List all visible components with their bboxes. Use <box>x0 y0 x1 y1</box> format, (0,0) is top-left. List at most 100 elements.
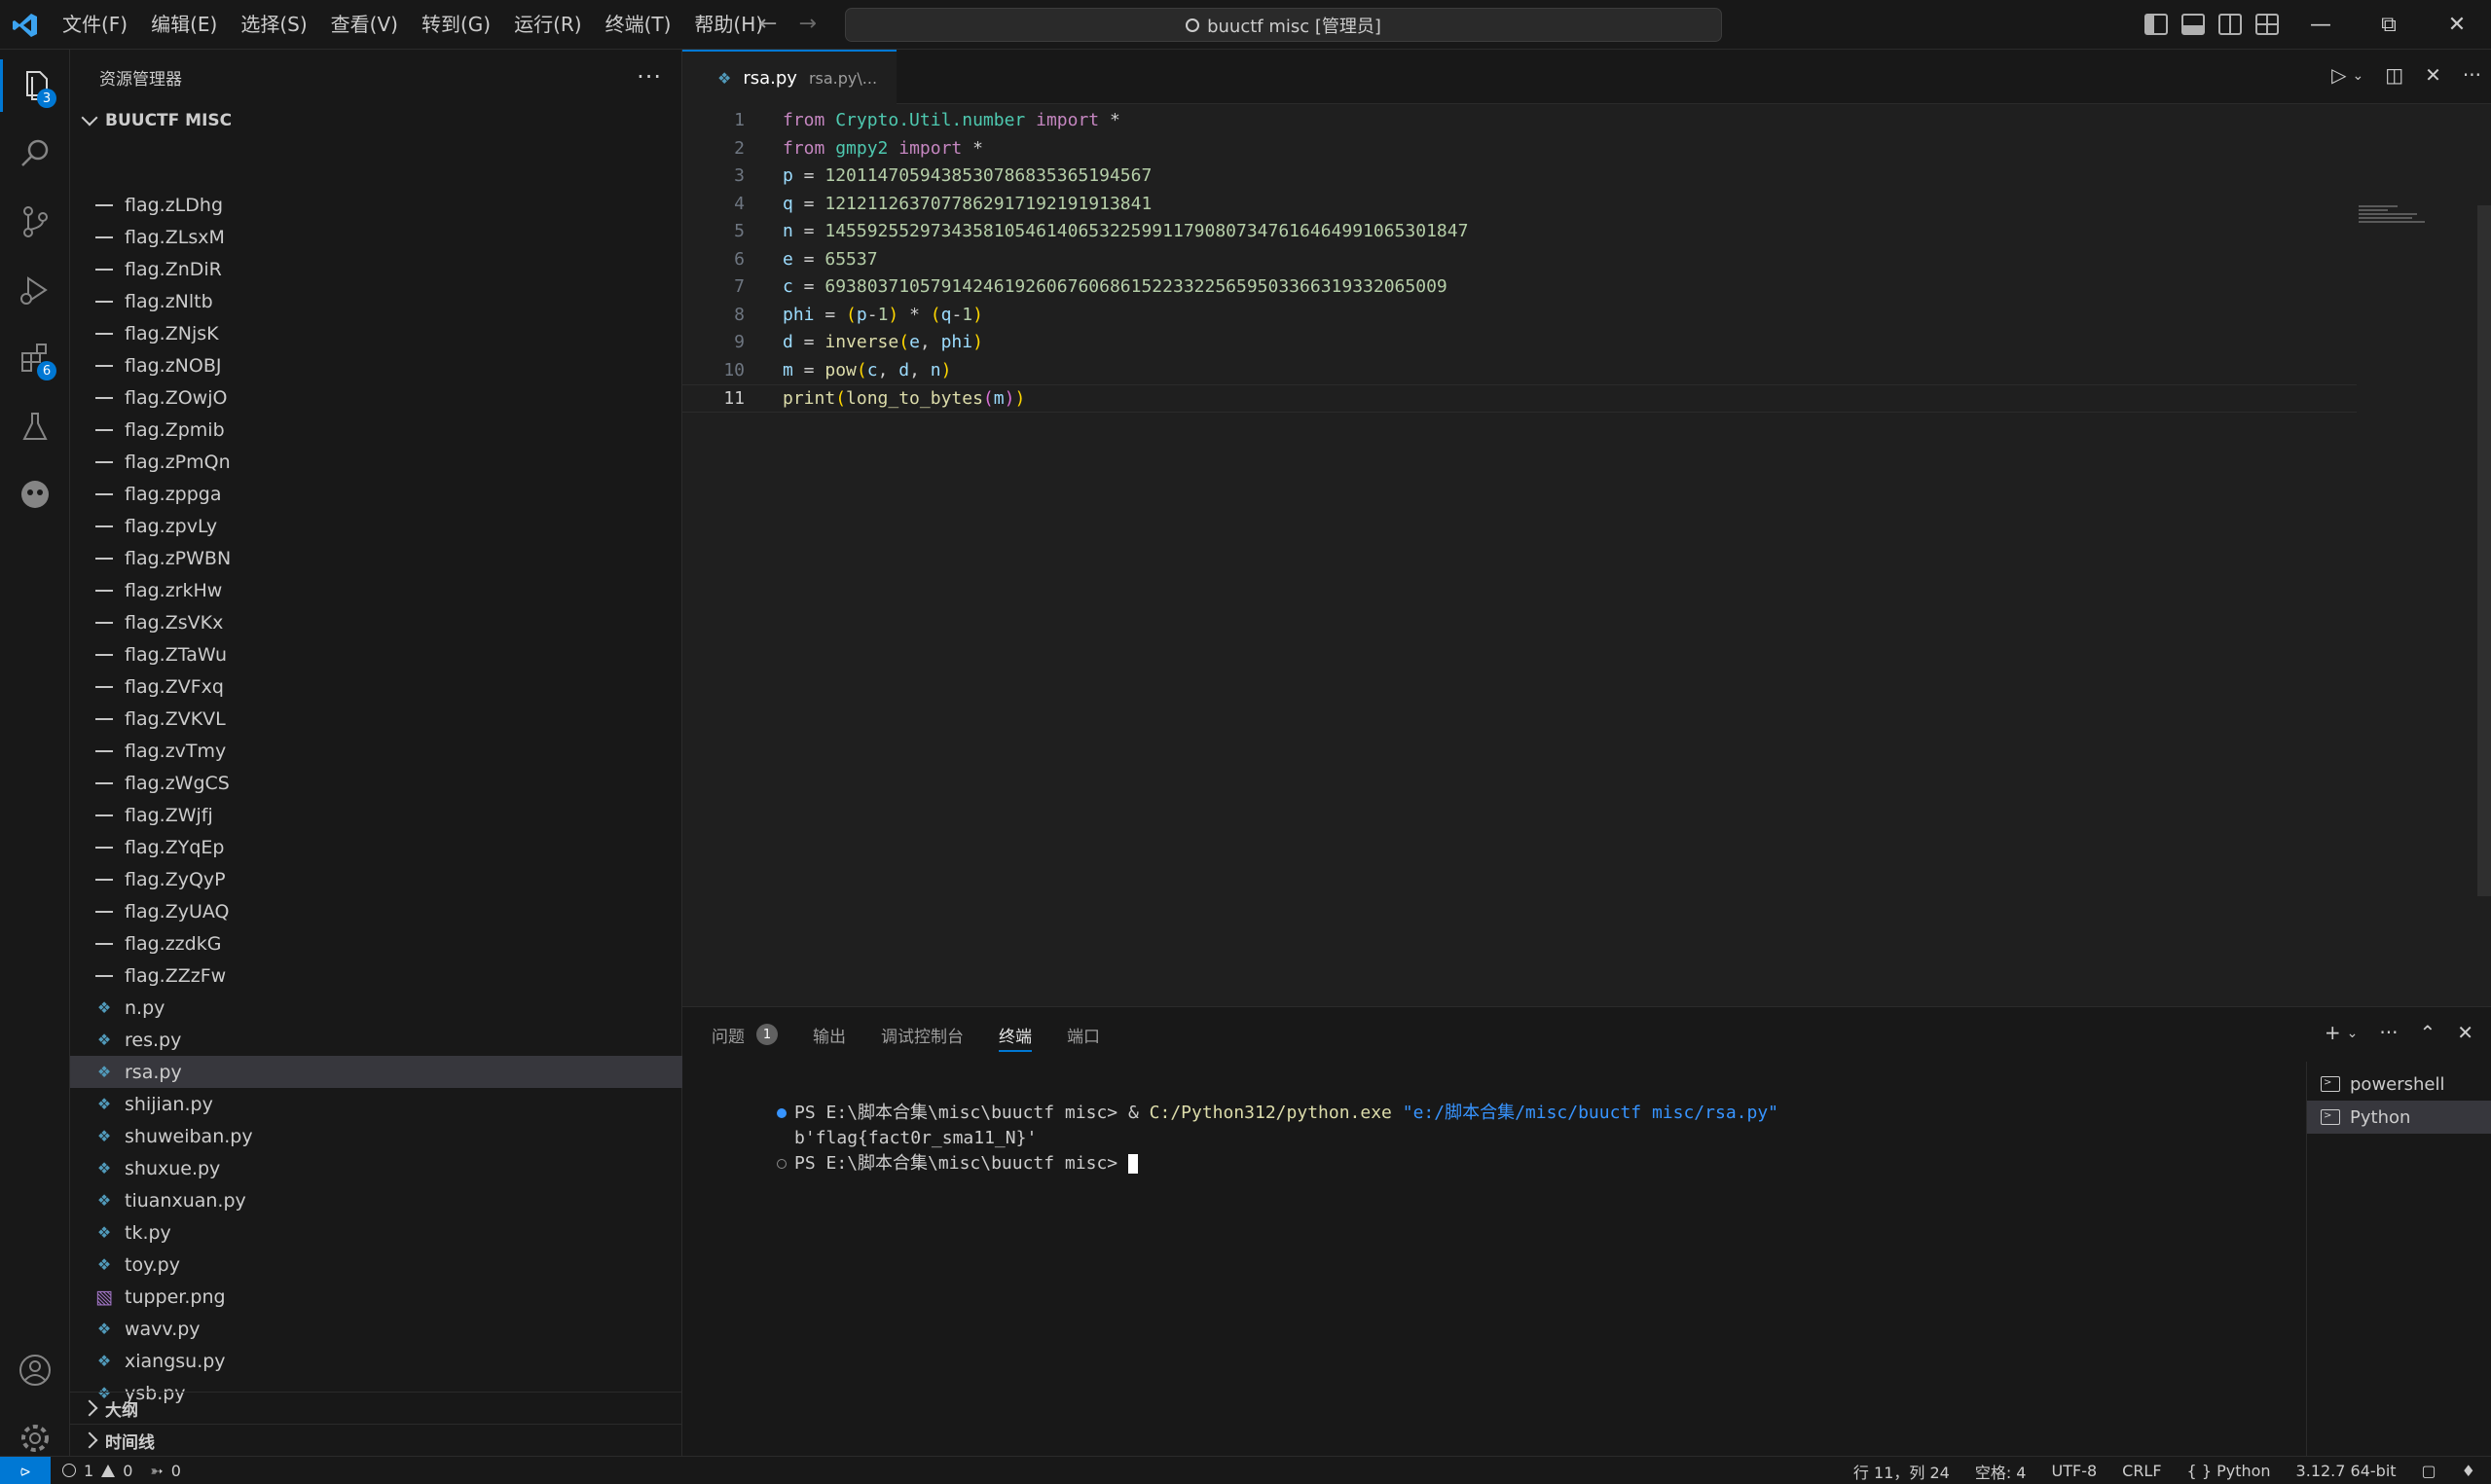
file-item[interactable]: flag.ZWjfj <box>70 799 682 831</box>
minimap[interactable] <box>2359 203 2425 223</box>
code-line[interactable]: 4 q = 1212112637077862917192191913841 <box>682 191 2357 219</box>
chevron-down-icon[interactable]: ⌄ <box>2353 63 2364 89</box>
code-line[interactable]: 5 n = 14559255297343581054614065322599117… <box>682 218 2357 246</box>
menu-item[interactable]: 终端(T) <box>594 0 683 50</box>
code-line[interactable]: 9 d = inverse(e, phi) <box>682 329 2357 357</box>
file-item[interactable]: ❖ shuxue.py <box>70 1152 682 1184</box>
menu-item[interactable]: 运行(R) <box>502 0 594 50</box>
file-item[interactable]: ▧ tupper.png <box>70 1281 682 1313</box>
encoding[interactable]: UTF-8 <box>2052 1462 2098 1480</box>
run-file-icon[interactable]: ▷ <box>2331 63 2346 89</box>
file-item[interactable]: flag.zPmQn <box>70 446 682 478</box>
file-item[interactable]: flag.ZOwjO <box>70 381 682 414</box>
search-activity[interactable] <box>0 120 70 188</box>
tab-rsa-py[interactable]: ❖ rsa.py rsa.py\... <box>682 50 897 104</box>
panel-tab[interactable]: 调试控制台 <box>881 1007 964 1062</box>
code-line[interactable]: 2 from gmpy2 import * <box>682 135 2357 163</box>
code-line[interactable]: 7 c = 69380371057914246192606760686152233… <box>682 273 2357 302</box>
indentation[interactable]: 空格: 4 <box>1975 1460 2027 1483</box>
file-item[interactable]: ❖ tk.py <box>70 1216 682 1249</box>
file-item[interactable]: flag.ZsVKx <box>70 606 682 638</box>
maximize-panel-icon[interactable]: ⌃ <box>2419 1021 2436 1046</box>
remote-explorer-activity[interactable] <box>0 460 70 528</box>
menu-item[interactable]: 编辑(E) <box>139 0 229 50</box>
restore-icon[interactable]: ⧉ <box>2355 0 2423 50</box>
panel-tab[interactable]: 端口 <box>1067 1007 1100 1062</box>
outline-section[interactable]: 大纲 <box>70 1392 682 1424</box>
file-item[interactable]: flag.ZLsxM <box>70 221 682 253</box>
command-center-search[interactable]: buuctf misc [管理员] <box>845 8 1722 42</box>
split-editor-icon[interactable]: ◫ <box>2385 63 2403 89</box>
file-item[interactable]: flag.zppga <box>70 478 682 510</box>
file-item[interactable]: flag.zvTmy <box>70 735 682 767</box>
file-item[interactable]: flag.zpvLy <box>70 510 682 542</box>
back-arrow-icon[interactable]: ← <box>759 12 777 36</box>
code-line[interactable]: 1 from Crypto.Util.number import * <box>682 107 2357 135</box>
panel-tab[interactable]: 终端 <box>999 1007 1032 1062</box>
file-item[interactable]: flag.zWgCS <box>70 767 682 799</box>
explorer-activity[interactable]: 3 <box>0 52 70 120</box>
file-item[interactable]: flag.zPWBN <box>70 542 682 574</box>
editor-scrollbar[interactable] <box>2477 205 2491 896</box>
toggle-panel-icon[interactable] <box>2181 14 2205 35</box>
close-editor-icon[interactable]: ✕ <box>2425 63 2441 89</box>
python-interpreter[interactable]: 3.12.7 64-bit <box>2296 1462 2397 1480</box>
panel-tab[interactable]: 输出 <box>813 1007 846 1062</box>
code-line[interactable]: 3 p = 1201147059438530786835365194567 <box>682 163 2357 191</box>
menu-item[interactable]: 选择(S) <box>229 0 318 50</box>
terminal-item-powershell[interactable]: > powershell <box>2307 1068 2491 1101</box>
cursor-position[interactable]: 行 11，列 24 <box>1853 1460 1950 1483</box>
file-item[interactable]: ❖ res.py <box>70 1024 682 1056</box>
new-terminal-icon[interactable]: + <box>2325 1021 2341 1046</box>
remote-indicator[interactable]: ⪧ <box>0 1456 51 1484</box>
end-of-line[interactable]: CRLF <box>2122 1462 2161 1480</box>
file-item[interactable]: flag.ZYqEp <box>70 831 682 863</box>
file-item[interactable]: flag.ZnDiR <box>70 253 682 285</box>
file-item[interactable]: flag.ZNjsK <box>70 317 682 349</box>
file-item[interactable]: flag.ZyUAQ <box>70 895 682 927</box>
testing-activity[interactable] <box>0 392 70 460</box>
workspace-folder[interactable]: BUUCTF MISC <box>70 104 681 137</box>
code-line[interactable]: 6 e = 65537 <box>682 246 2357 274</box>
menu-item[interactable]: 转到(G) <box>410 0 502 50</box>
file-item[interactable]: ❖ shijian.py <box>70 1088 682 1120</box>
more-actions-icon[interactable]: ··· <box>637 63 662 90</box>
file-item[interactable]: ❖ tiuanxuan.py <box>70 1184 682 1216</box>
terminal-output[interactable]: PS E:\脚本合集\misc\buuctf misc> & C:/Python… <box>682 1075 2284 1445</box>
file-item[interactable]: ❖ toy.py <box>70 1249 682 1281</box>
status-problems[interactable]: 1 0 ➳ 0 <box>62 1462 181 1480</box>
file-item[interactable]: flag.ZTaWu <box>70 638 682 670</box>
close-panel-icon[interactable]: ✕ <box>2457 1021 2473 1046</box>
vscode-logo-icon[interactable] <box>12 12 39 39</box>
file-item[interactable]: ❖ rsa.py <box>70 1056 682 1088</box>
language-mode[interactable]: { } Python <box>2187 1462 2271 1480</box>
minimize-icon[interactable]: — <box>2287 0 2355 50</box>
file-item[interactable]: flag.zNOBJ <box>70 349 682 381</box>
forward-arrow-icon[interactable]: → <box>798 12 816 36</box>
feedback-icon[interactable]: ▢ <box>2422 1462 2436 1480</box>
file-item[interactable]: flag.zzdkG <box>70 927 682 959</box>
timeline-section[interactable]: 时间线 <box>70 1424 682 1456</box>
file-item[interactable]: flag.zLDhg <box>70 189 682 221</box>
chevron-down-icon[interactable]: ⌄ <box>2347 1021 2359 1046</box>
customize-layout-icon[interactable] <box>2255 14 2279 35</box>
code-line[interactable]: 10 m = pow(c, d, n) <box>682 357 2357 385</box>
file-item[interactable]: ❖ xiangsu.py <box>70 1345 682 1377</box>
file-item[interactable]: ❖ wavv.py <box>70 1313 682 1345</box>
accounts-activity[interactable] <box>0 1336 70 1404</box>
toggle-primary-sidebar-icon[interactable] <box>2144 14 2168 35</box>
close-window-icon[interactable]: ✕ <box>2423 0 2491 50</box>
extensions-activity[interactable]: 6 <box>0 324 70 392</box>
code-line[interactable]: 11 print(long_to_bytes(m)) <box>682 384 2357 413</box>
file-item[interactable]: ❖ shuweiban.py <box>70 1120 682 1152</box>
file-item[interactable]: flag.zrkHw <box>70 574 682 606</box>
more-actions-icon[interactable]: ··· <box>2463 63 2481 89</box>
toggle-secondary-sidebar-icon[interactable] <box>2218 14 2242 35</box>
code-line[interactable]: 8 phi = (p-1) * (q-1) <box>682 302 2357 330</box>
code-editor[interactable]: 1 from Crypto.Util.number import * 2 from g… <box>682 104 2491 1006</box>
file-item[interactable]: flag.ZVKVL <box>70 703 682 735</box>
file-item[interactable]: flag.Zpmib <box>70 414 682 446</box>
panel-tab[interactable]: 问题 1 <box>712 1007 778 1062</box>
file-item[interactable]: ❖ n.py <box>70 992 682 1024</box>
file-item[interactable]: flag.ZyQyP <box>70 863 682 895</box>
